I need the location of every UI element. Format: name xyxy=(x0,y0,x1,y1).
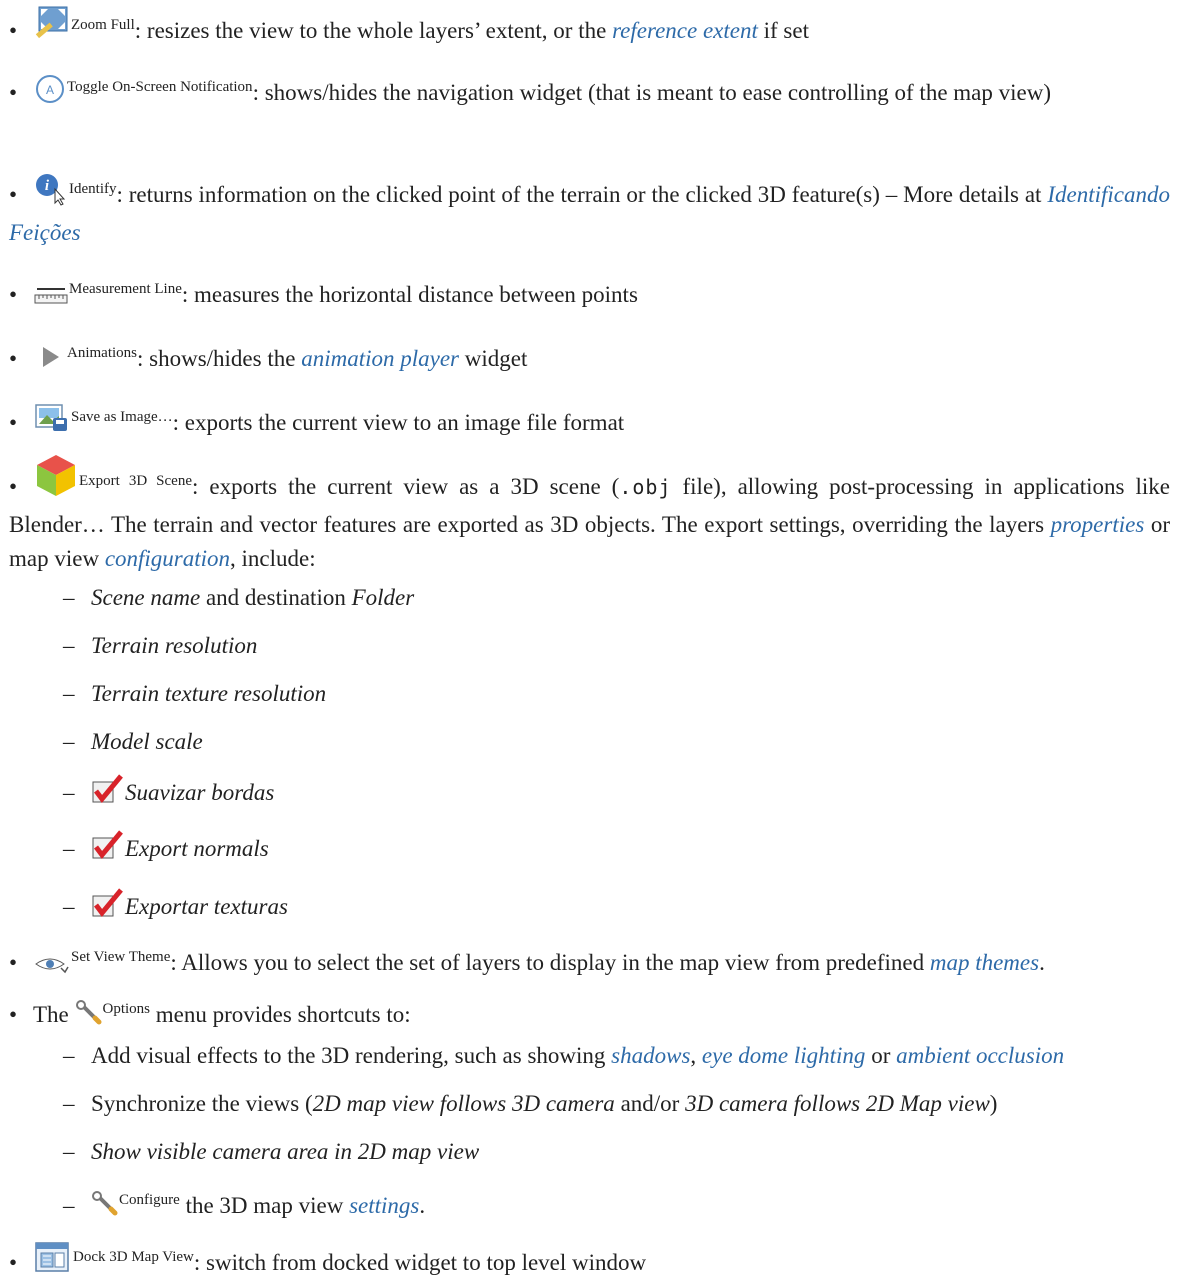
checkbox-checked-icon xyxy=(91,774,125,813)
measure-line-icon xyxy=(33,282,69,316)
svg-text:A: A xyxy=(46,83,54,97)
link-map-themes[interactable]: map themes xyxy=(930,950,1039,975)
zoom-full-icon xyxy=(33,4,71,52)
export-option-export-textures: – Exportar texturas xyxy=(63,888,1170,927)
options-show-camera-area: – Show visible camera area in 2D map view xyxy=(63,1139,480,1164)
navigation-widget-icon: A xyxy=(33,74,67,114)
link-settings[interactable]: settings xyxy=(349,1193,419,1218)
export-option-export-normals: – Export normals xyxy=(63,830,1170,869)
bullet-save-image: • Save as Image…: exports the current vie… xyxy=(9,400,1170,444)
bullet-set-view-theme: • Set View Theme: Allows you to select th… xyxy=(9,940,1170,984)
checkbox-checked-icon xyxy=(91,888,125,927)
link-ambient-occlusion[interactable]: ambient occlusion xyxy=(896,1043,1064,1068)
link-shadows[interactable]: shadows xyxy=(611,1043,690,1068)
export-option-terrain-resolution: – Terrain resolution xyxy=(63,633,258,658)
bullet-identify: • i Identify: returns information on the c… xyxy=(9,172,1170,250)
options-visual-effects: – Add visual effects to the 3D rendering,… xyxy=(63,1043,1065,1068)
bullet-zoom-full: • Zoom Full: resizes the view to the whol… xyxy=(9,4,1170,52)
dock-window-icon xyxy=(33,1240,73,1284)
link-eye-dome-lighting[interactable]: eye dome lighting xyxy=(702,1043,866,1068)
identify-icon: i xyxy=(33,172,69,216)
bullet-dock-3d-map-view: • Dock 3D Map View: switch from docked wi… xyxy=(9,1240,1170,1284)
checkbox-checked-icon xyxy=(91,830,125,869)
bullet-export-3d-scene: • Export 3D Scene: exports the current vi… xyxy=(9,452,1170,576)
export-option-terrain-texture-resolution: – Terrain texture resolution xyxy=(63,681,327,706)
options-synchronize-views: – Synchronize the views (2D map view foll… xyxy=(63,1091,998,1116)
bullet-measurement-line: • Measurement Line: measures the horizont… xyxy=(9,272,1170,316)
bullet-options-menu: • The Options menu provides shortcuts to: xyxy=(9,992,1170,1036)
bullet-toggle-notification: • A Toggle On-Screen Notification: shows/h… xyxy=(9,70,1170,114)
export-option-smooth-edges: – Suavizar bordas xyxy=(63,774,1170,813)
wrench-icon xyxy=(91,1191,119,1226)
link-reference-extent[interactable]: reference extent xyxy=(612,18,758,43)
export-3d-cube-icon xyxy=(33,452,79,508)
export-option-scene-name: – Scene name and destination Folder xyxy=(63,585,415,610)
bullet-animations: • Animations: shows/hides the animation p… xyxy=(9,336,1170,380)
export-option-model-scale: – Model scale xyxy=(63,729,203,754)
eye-icon xyxy=(33,950,71,984)
wrench-icon xyxy=(75,1000,103,1036)
link-configuration[interactable]: configuration xyxy=(105,546,230,571)
link-properties[interactable]: properties xyxy=(1051,512,1145,537)
save-image-icon xyxy=(33,402,71,444)
link-animation-player[interactable]: animation player xyxy=(301,346,459,371)
play-icon xyxy=(33,344,67,380)
options-configure: – Configure the 3D map view settings. xyxy=(63,1184,1170,1226)
